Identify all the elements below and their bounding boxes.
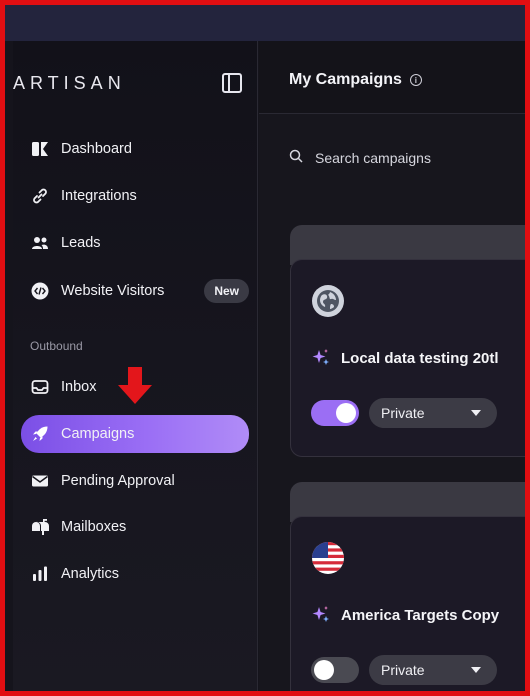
dashboard-icon: [31, 140, 49, 158]
search-placeholder: Search campaigns: [315, 149, 431, 166]
campaign-card[interactable]: America Targets Copy Private: [290, 516, 525, 691]
sparkle-icon: [312, 349, 329, 365]
caret-down-icon: [471, 410, 481, 416]
sidebar-item-label: Pending Approval: [61, 473, 175, 489]
sidebar: ARTISAN Dashboard Integrations Leads Web…: [13, 41, 258, 691]
sparkle-icon: [312, 606, 329, 622]
sidebar-item-label: Analytics: [61, 566, 120, 582]
sidebar-item-campaigns[interactable]: Campaigns: [21, 415, 249, 453]
visibility-dropdown[interactable]: Private: [369, 398, 497, 428]
browser-top-bar: [5, 5, 525, 41]
sidebar-item-label: Leads: [61, 235, 101, 251]
sidebar-item-label: Integrations: [61, 188, 137, 204]
rocket-icon: [31, 425, 49, 443]
caret-down-icon: [471, 667, 481, 673]
us-flag-icon: [311, 541, 345, 575]
sidebar-item-label: Mailboxes: [61, 519, 127, 535]
search-campaigns-input[interactable]: Search campaigns: [289, 149, 431, 166]
envelope-icon: [31, 472, 49, 490]
bar-chart-icon: [31, 565, 49, 583]
campaign-name[interactable]: Local data testing 20tl: [311, 348, 499, 368]
screenshot-frame: ARTISAN Dashboard Integrations Leads Web…: [0, 0, 530, 696]
sidebar-item-integrations[interactable]: Integrations: [21, 178, 249, 214]
inbox-icon: [31, 378, 49, 396]
app-window: ARTISAN Dashboard Integrations Leads Web…: [13, 41, 525, 691]
link-icon: [31, 187, 49, 205]
red-arrow-annotation-icon: [117, 367, 153, 410]
sidebar-toggle-icon[interactable]: [222, 73, 242, 93]
info-icon[interactable]: i: [409, 74, 422, 86]
main-header: My Campaigns i: [259, 41, 525, 114]
sidebar-item-label: Inbox: [61, 379, 97, 395]
search-icon: [289, 149, 303, 166]
sidebar-item-mailboxes[interactable]: Mailboxes: [21, 509, 249, 545]
campaign-name[interactable]: America Targets Copy: [311, 605, 499, 625]
sidebar-item-label: Dashboard: [61, 141, 132, 157]
sidebar-item-label: Campaigns: [61, 426, 135, 442]
mailbox-icon: [31, 518, 49, 536]
campaign-active-toggle[interactable]: [311, 657, 359, 683]
new-badge: New: [204, 279, 249, 303]
campaign-active-toggle[interactable]: [311, 400, 359, 426]
section-label-outbound: Outbound: [30, 339, 83, 353]
campaign-card[interactable]: Local data testing 20tl Private: [290, 259, 525, 457]
artisan-logo[interactable]: ARTISAN: [13, 73, 126, 94]
page-title: My Campaigns i: [289, 71, 422, 89]
code-icon: [31, 282, 49, 300]
sidebar-item-website-visitors[interactable]: Website Visitors New: [21, 273, 249, 309]
sidebar-item-dashboard[interactable]: Dashboard: [21, 131, 249, 167]
sidebar-item-pending-approval[interactable]: Pending Approval: [21, 463, 249, 499]
globe-icon: [311, 284, 345, 318]
visibility-dropdown[interactable]: Private: [369, 655, 497, 685]
page-title-text: My Campaigns: [289, 71, 402, 88]
sidebar-item-analytics[interactable]: Analytics: [21, 556, 249, 592]
main-content: My Campaigns i Search campaigns Local da…: [259, 41, 525, 691]
sidebar-item-label: Website Visitors: [61, 283, 165, 299]
users-icon: [31, 234, 49, 252]
sidebar-item-leads[interactable]: Leads: [21, 225, 249, 261]
